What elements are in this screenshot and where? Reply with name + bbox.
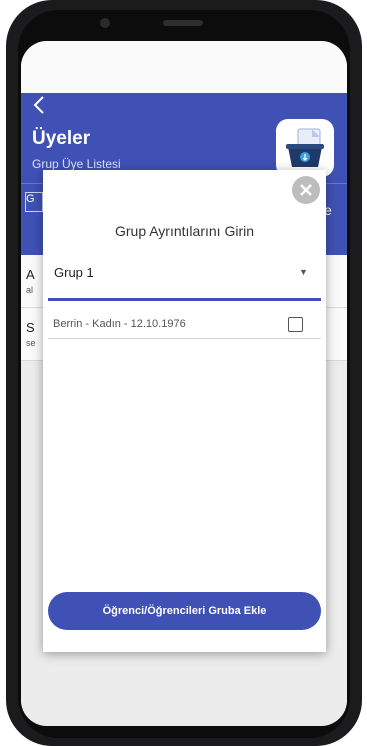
list-item-detail: al [26, 285, 34, 295]
group-select-value: Grup 1 [54, 265, 94, 280]
tab-left[interactable]: G [25, 192, 43, 212]
member-checkbox[interactable] [288, 317, 303, 332]
close-circle-icon[interactable] [292, 176, 320, 204]
speaker-grille [163, 20, 203, 26]
list-item-title: S [26, 320, 35, 335]
list-item-title: A [26, 267, 35, 282]
page-title: Üyeler [32, 128, 91, 149]
dropdown-caret-icon: ▼ [299, 267, 308, 277]
shopping-basket-file-icon[interactable] [276, 119, 334, 177]
bottom-bezel [21, 706, 347, 726]
dialog-title: Grup Ayrıntılarını Girin [114, 223, 254, 239]
group-select[interactable]: Grup 1 ▼ [48, 258, 321, 301]
group-details-dialog: Grup Ayrıntılarını Girin Grup 1 ▼ Berrin… [43, 170, 326, 652]
page-subtitle: Grup Üye Listesi [32, 157, 121, 171]
member-row[interactable]: Berrin - Kadın - 12.10.1976 [48, 312, 321, 339]
add-to-group-button[interactable]: Öğrenci/Öğrencileri Gruba Ekle [48, 592, 321, 630]
list-item-detail: se [26, 338, 36, 348]
member-label: Berrin - Kadın - 12.10.1976 [53, 318, 186, 330]
status-bar [21, 41, 347, 93]
camera-icon [100, 18, 110, 28]
chevron-left-icon[interactable] [32, 95, 46, 121]
